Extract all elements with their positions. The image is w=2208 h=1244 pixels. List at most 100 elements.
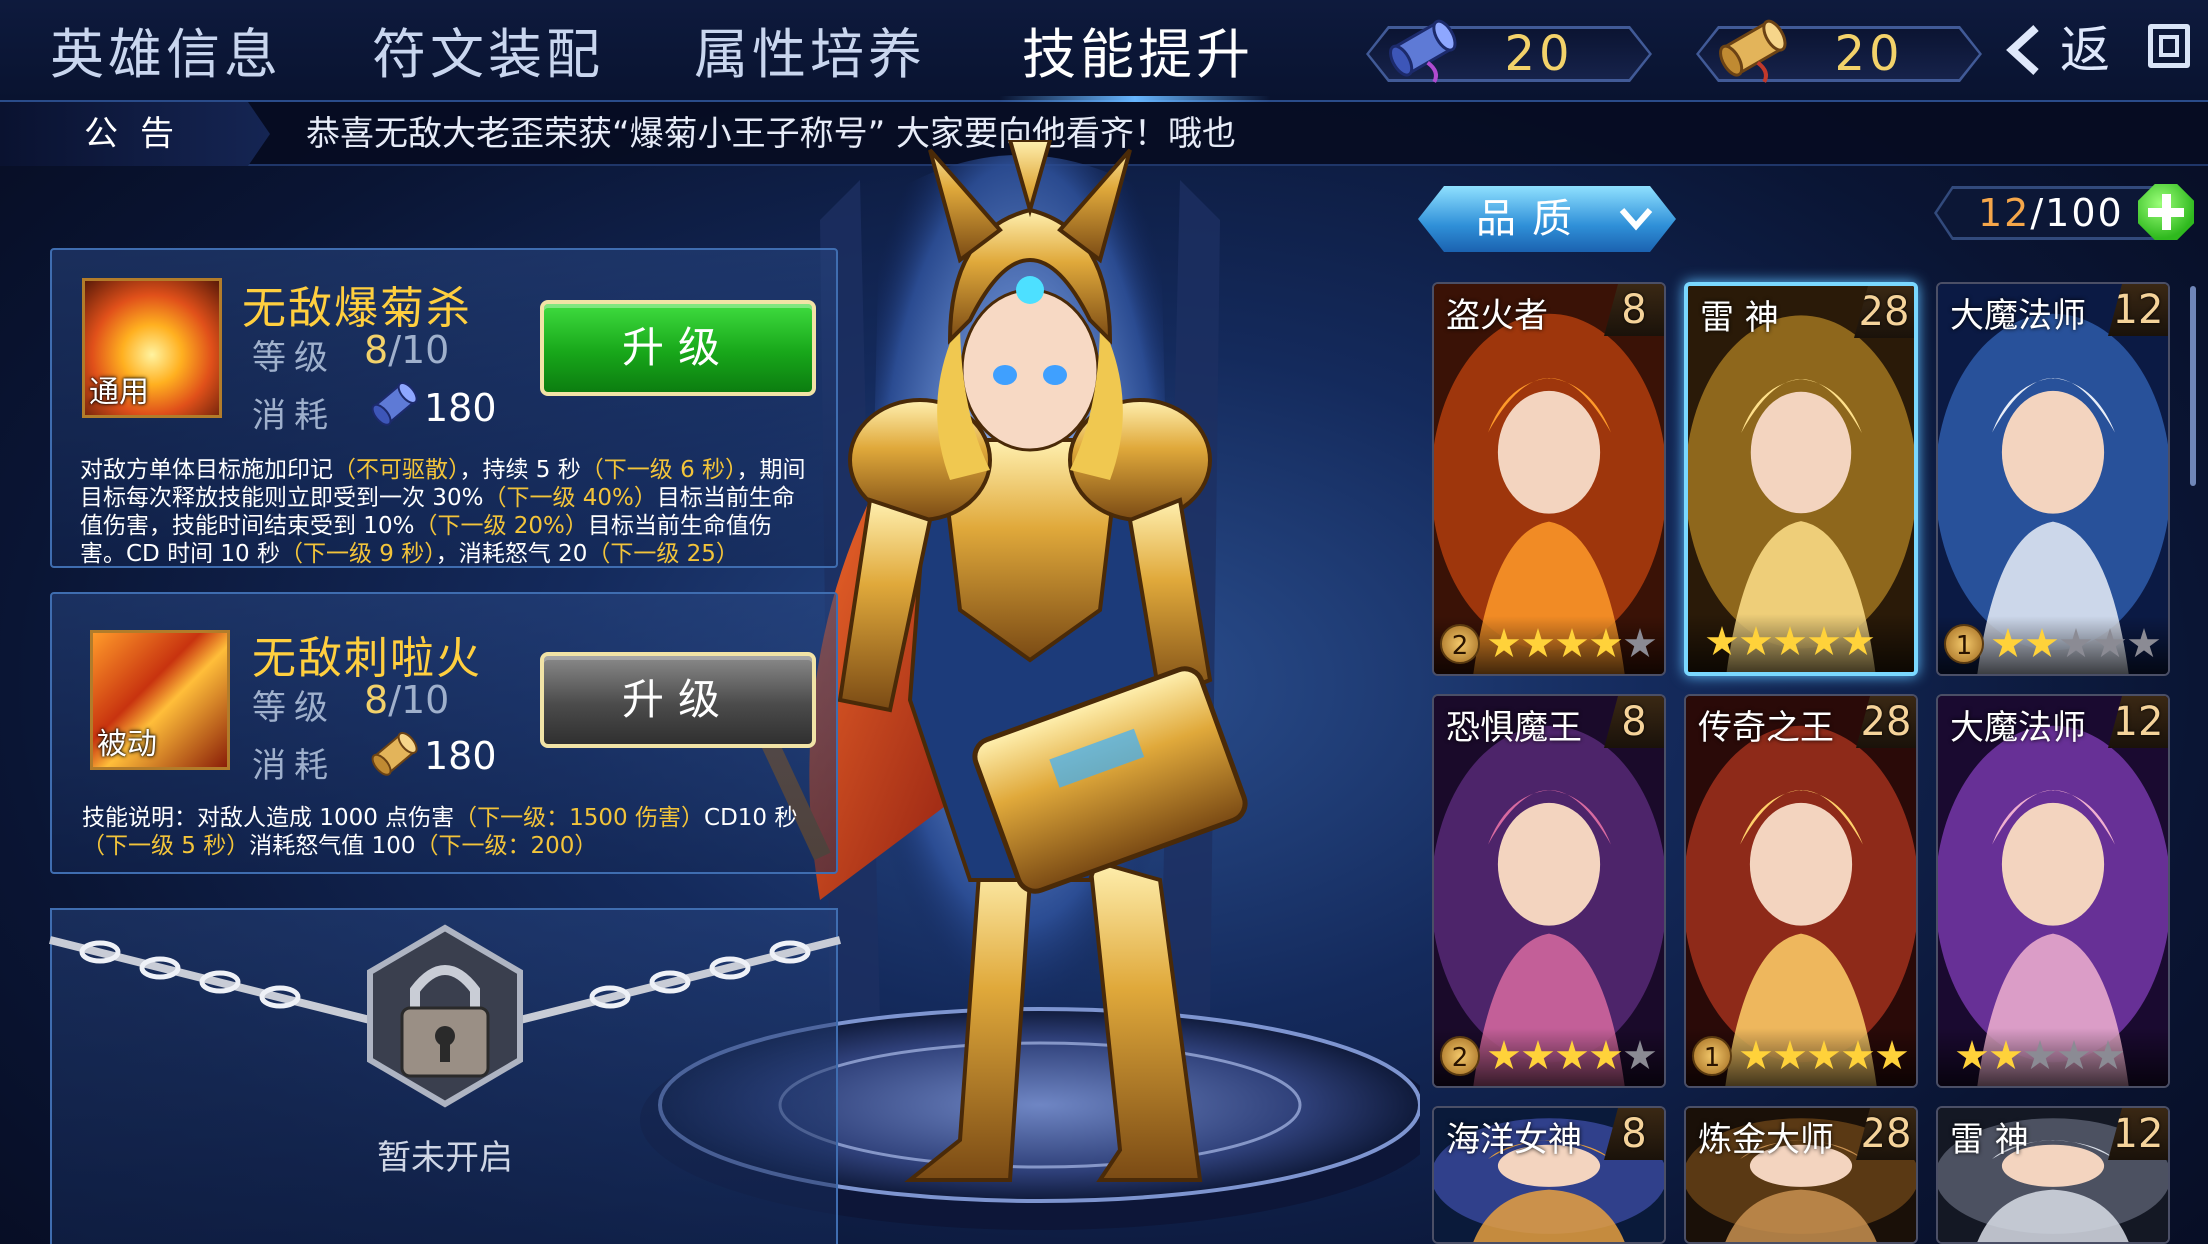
hero-star-rating bbox=[1956, 1040, 2126, 1072]
quality-label: 品质 bbox=[1476, 196, 1588, 242]
next-level-hint: （下一级 40%） bbox=[483, 485, 657, 511]
lock-chain-icon bbox=[49, 924, 841, 1108]
chevron-left-icon bbox=[2006, 25, 2039, 75]
hero-name: 雷 神 bbox=[1700, 298, 1779, 338]
star-icon bbox=[2094, 628, 2126, 658]
star-icon bbox=[1522, 628, 1554, 658]
next-level-hint: （下一级 6 秒） bbox=[580, 457, 737, 483]
locked-label: 暂未开启 bbox=[377, 1138, 513, 1178]
skill-level-value: 8/10 bbox=[364, 678, 450, 722]
hero-star-rating bbox=[1740, 1040, 1910, 1072]
star-icon bbox=[1556, 1040, 1588, 1070]
blue-scroll-icon bbox=[1389, 19, 1457, 83]
hero-name: 盗火者 bbox=[1446, 296, 1548, 336]
star-icon bbox=[1808, 1040, 1840, 1070]
star-icon bbox=[1624, 1040, 1656, 1070]
next-level-hint: （下一级 9 秒） bbox=[279, 541, 436, 567]
back-button[interactable]: 返 bbox=[2002, 14, 2136, 86]
hero-portrait bbox=[760, 140, 1248, 1182]
hero-name: 炼金大师 bbox=[1698, 1120, 1834, 1160]
hero-list-scrollbar[interactable] bbox=[2190, 286, 2196, 486]
upgrade-button-disabled[interactable]: 升级 bbox=[540, 652, 816, 748]
hero-grade-badge: 1 bbox=[1692, 1036, 1732, 1076]
next-level-hint: （下一级：1500 伤害） bbox=[454, 805, 705, 831]
hero-card[interactable]: 大魔法师 12 1 bbox=[1936, 282, 2170, 676]
quality-filter-dropdown[interactable]: 品质 bbox=[1418, 186, 1676, 252]
star-icon bbox=[1488, 628, 1520, 658]
gold-scroll-icon bbox=[1719, 19, 1787, 83]
star-icon bbox=[1956, 1040, 1988, 1070]
description-text: ，消耗怒气 20 bbox=[435, 541, 588, 567]
skill-level-value: 8/10 bbox=[364, 328, 450, 372]
next-level-hint: （下一级 25） bbox=[587, 541, 739, 567]
hero-card[interactable]: 大魔法师 12 bbox=[1936, 694, 2170, 1088]
hero-name: 雷 神 bbox=[1950, 1120, 2029, 1160]
hero-card[interactable]: 海洋女神 8 bbox=[1432, 1106, 1666, 1244]
description-text: CD10 秒 bbox=[704, 805, 798, 831]
star-icon bbox=[1522, 1040, 1554, 1070]
skill-tag: 通用 bbox=[89, 375, 149, 410]
skill-tag: 被动 bbox=[97, 727, 157, 762]
star-icon bbox=[1808, 626, 1840, 656]
upgrade-button[interactable]: 升级 bbox=[540, 300, 816, 396]
cost-label: 消耗 bbox=[252, 396, 336, 436]
hero-grade-badge: 2 bbox=[1440, 1036, 1480, 1076]
gold-scroll-icon bbox=[371, 731, 418, 776]
star-icon bbox=[2092, 1040, 2124, 1070]
skill-icon-lightning: 被动 bbox=[90, 630, 230, 770]
hero-card[interactable]: 传奇之王 28 1 bbox=[1684, 694, 1918, 1088]
star-icon bbox=[1990, 1040, 2022, 1070]
cost-label: 消耗 bbox=[252, 746, 336, 786]
star-icon bbox=[2026, 628, 2058, 658]
hero-card[interactable]: 雷 神 28 bbox=[1684, 282, 1918, 676]
hero-star-rating bbox=[1488, 628, 1658, 660]
skill-name: 无敌爆菊杀 bbox=[242, 283, 472, 334]
chevron-down-icon bbox=[1619, 208, 1653, 231]
star-icon bbox=[1488, 1040, 1520, 1070]
hero-grade-badge: 2 bbox=[1440, 624, 1480, 664]
menu-icon[interactable] bbox=[2148, 24, 2190, 68]
next-level-hint: （不可驱散） bbox=[333, 457, 460, 483]
tab-rune-equip[interactable]: 符文装配 bbox=[372, 18, 604, 92]
hero-grade-badge: 1 bbox=[1944, 624, 1984, 664]
hero-star-rating bbox=[1706, 626, 1876, 658]
top-bar: 英雄信息 符文装配 属性培养 技能提升 20 20 返 bbox=[0, 0, 2208, 102]
skill-cost-value: 180 bbox=[424, 386, 497, 430]
hero-name: 传奇之王 bbox=[1698, 708, 1834, 748]
hero-card[interactable]: 炼金大师 28 bbox=[1684, 1106, 1918, 1244]
star-icon bbox=[1842, 1040, 1874, 1070]
tab-hero-info[interactable]: 英雄信息 bbox=[50, 18, 282, 92]
back-label: 返 bbox=[2060, 21, 2110, 79]
level-label: 等级 bbox=[252, 338, 336, 378]
star-icon bbox=[1992, 628, 2024, 658]
star-icon bbox=[1706, 626, 1738, 656]
description-text: 消耗怒气值 100 bbox=[249, 833, 416, 859]
tab-attribute-train[interactable]: 属性培养 bbox=[694, 18, 926, 92]
description-text: ，持续 5 秒 bbox=[459, 457, 581, 483]
hero-name: 大魔法师 bbox=[1950, 296, 2086, 336]
skill-description: 对敌方单体目标施加印记（不可驱散），持续 5 秒（下一级 6 秒），期间目标每次… bbox=[80, 456, 816, 568]
star-icon bbox=[1556, 628, 1588, 658]
hero-card[interactable]: 雷 神 12 bbox=[1936, 1106, 2170, 1244]
next-level-hint: （下一级：200） bbox=[415, 833, 598, 859]
hero-star-rating bbox=[1992, 628, 2162, 660]
hero-name: 恐惧魔王 bbox=[1446, 708, 1582, 748]
hero-card[interactable]: 盗火者 8 2 bbox=[1432, 282, 1666, 676]
gold-scroll-count: 20 bbox=[1834, 26, 1904, 82]
description-text: 技能说明：对敌人造成 1000 点伤害 bbox=[82, 805, 455, 831]
hero-name: 海洋女神 bbox=[1446, 1120, 1582, 1160]
hero-card[interactable]: 恐惧魔王 8 2 bbox=[1432, 694, 1666, 1088]
star-icon bbox=[1740, 1040, 1772, 1070]
star-icon bbox=[1774, 1040, 1806, 1070]
hero-count: 12/100 bbox=[1978, 191, 2124, 235]
description-text: 对敌方单体目标施加印记 bbox=[80, 457, 333, 483]
star-icon bbox=[2058, 1040, 2090, 1070]
announcement-label: 公告 bbox=[0, 102, 270, 166]
skill-name: 无敌刺啦火 bbox=[252, 633, 482, 684]
skill-cost-value: 180 bbox=[424, 734, 497, 778]
hero-name: 大魔法师 bbox=[1950, 708, 2086, 748]
star-icon bbox=[1876, 1040, 1908, 1070]
tab-skill-upgrade[interactable]: 技能提升 bbox=[1022, 18, 1254, 92]
next-level-hint: （下一级 20%） bbox=[414, 513, 588, 539]
star-icon bbox=[1624, 628, 1656, 658]
